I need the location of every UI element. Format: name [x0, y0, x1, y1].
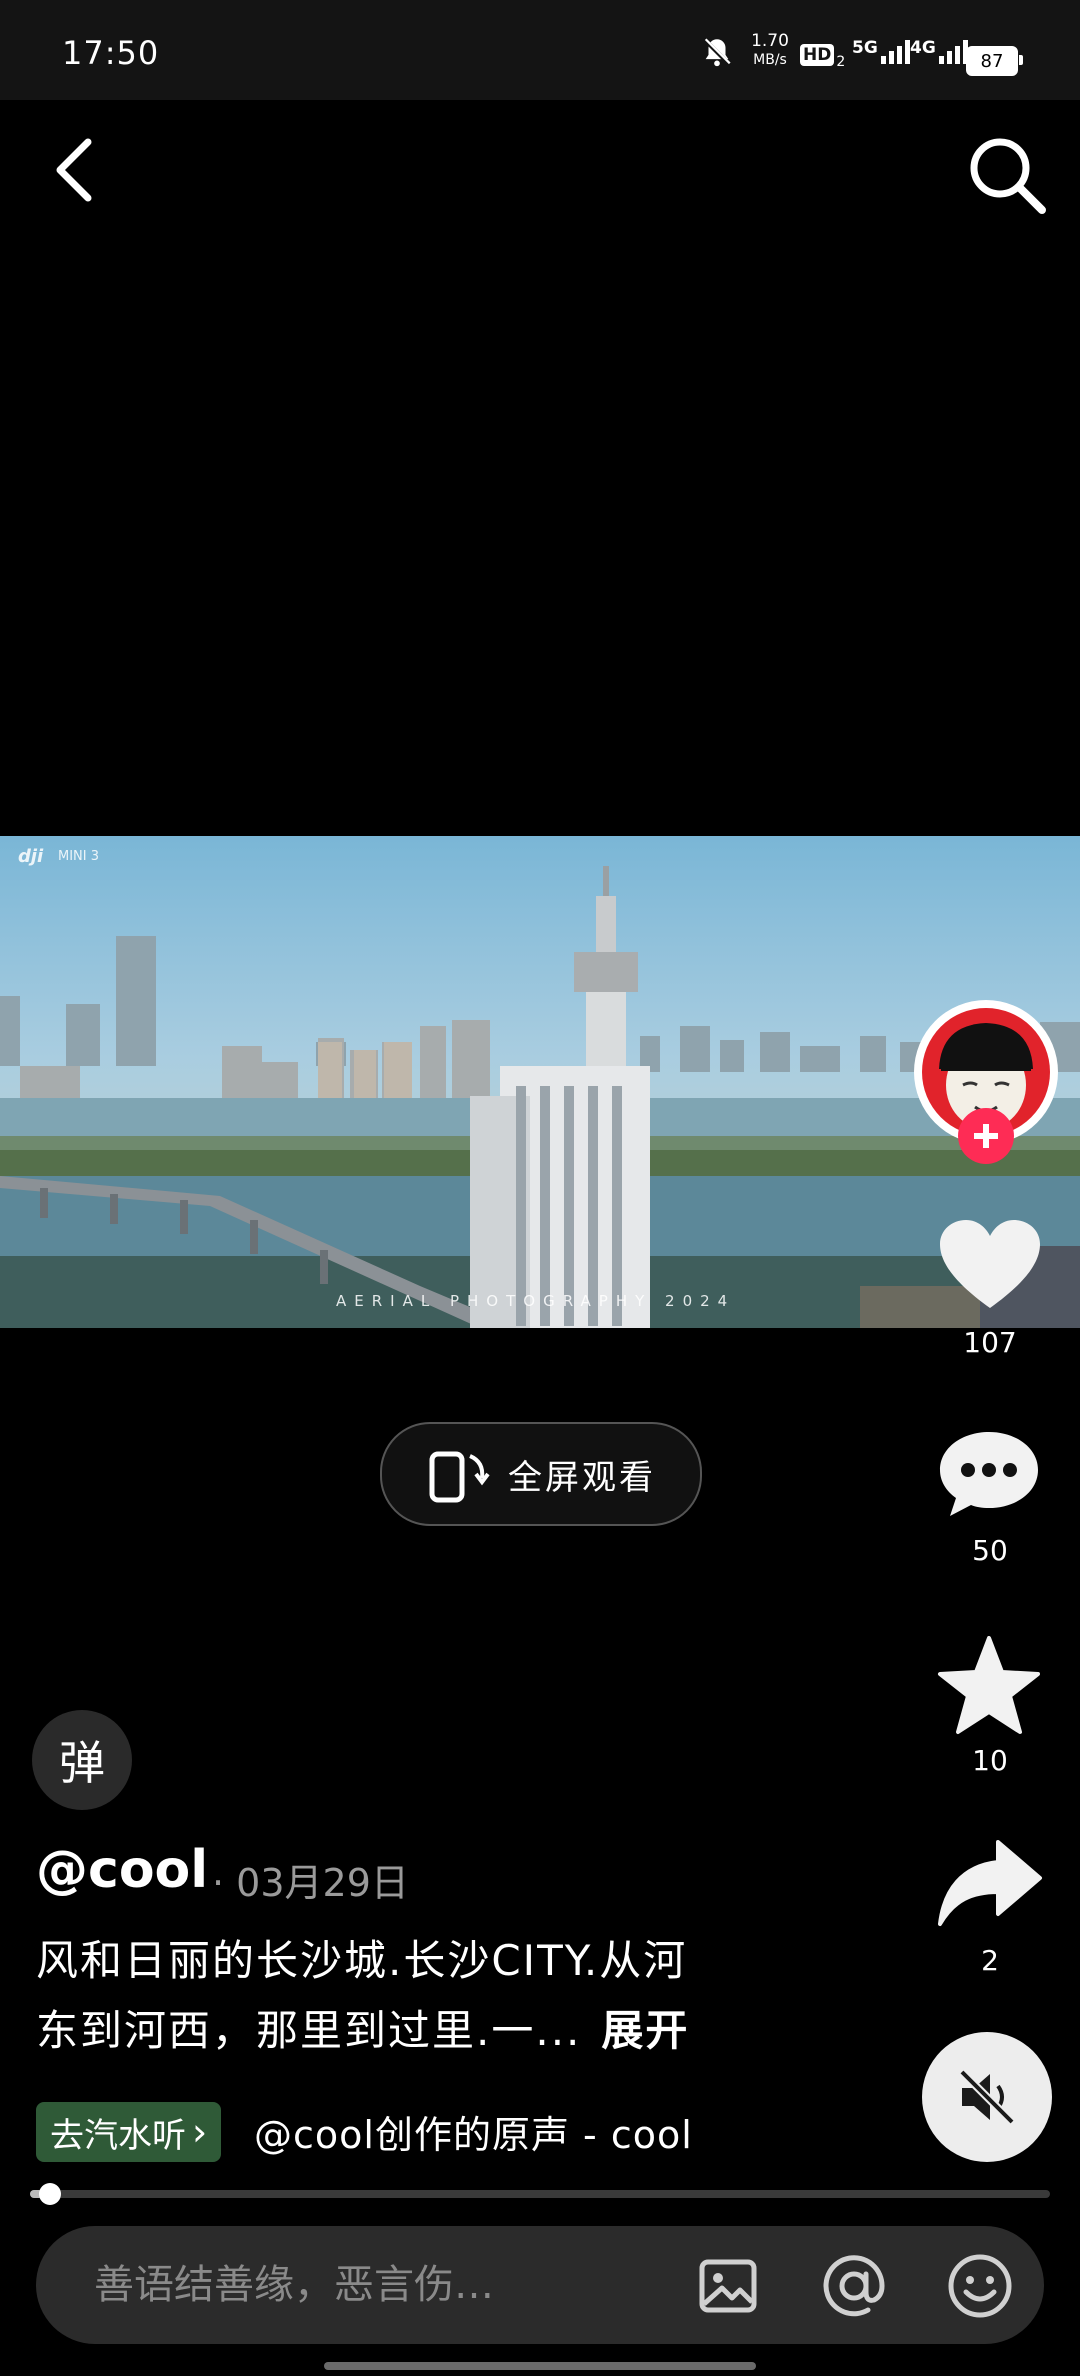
mention-button[interactable]: [820, 2252, 888, 2320]
star-icon: [938, 1636, 1040, 1734]
home-indicator[interactable]: [324, 2362, 756, 2370]
net2-label: 4G: [910, 38, 936, 58]
video-watermark: AERIAL PHOTOGRAPHY 2024: [336, 1292, 736, 1310]
bell-off-icon: [700, 30, 734, 74]
status-time: 17:50: [62, 34, 160, 72]
comment-bar: [36, 2226, 1044, 2344]
fullscreen-button[interactable]: 全屏观看: [380, 1422, 702, 1526]
like-count: 107: [963, 1326, 1017, 1359]
image-icon: [699, 2259, 757, 2313]
speaker-muted-icon: [959, 2069, 1015, 2125]
battery-icon: 87: [966, 46, 1023, 76]
share-arrow-icon: [938, 1840, 1042, 1926]
heart-icon: [940, 1220, 1040, 1308]
search-icon: [970, 138, 1046, 214]
music-tag-label: 去汽水听: [50, 2115, 186, 2156]
fullscreen-label: 全屏观看: [508, 1457, 656, 1498]
danmaku-label: 弹: [59, 1736, 105, 1790]
progress-thumb[interactable]: [39, 2183, 62, 2205]
plus-icon: [974, 1124, 998, 1148]
follow-button[interactable]: [958, 1108, 1014, 1164]
rotate-screen-icon: [429, 1451, 490, 1503]
comment-count: 50: [972, 1534, 1008, 1567]
hd-label: HD: [800, 44, 835, 66]
comment-bubble-icon: [940, 1432, 1038, 1516]
expand-button[interactable]: 展开: [601, 1996, 689, 2066]
image-button[interactable]: [696, 2254, 760, 2318]
signal-5g: 5G: [852, 38, 910, 64]
drone-brand-logo: dji: [18, 846, 44, 867]
back-button[interactable]: [40, 130, 110, 210]
danmaku-button[interactable]: 弹: [32, 1710, 132, 1810]
mute-button[interactable]: [922, 2032, 1052, 2162]
drone-model: MINI 3: [58, 849, 100, 864]
share-count: 2: [981, 1944, 999, 1977]
net-speed: 1.70 MB/s: [746, 32, 794, 70]
sound-credit[interactable]: @cool创作的原声 - cool: [254, 2104, 693, 2159]
signal-4g: 4G: [910, 38, 968, 64]
like-button[interactable]: [930, 1218, 1050, 1318]
chevron-right-icon: ›: [192, 2110, 208, 2154]
emoji-button[interactable]: [946, 2252, 1014, 2320]
emoji-icon: [948, 2254, 1012, 2318]
status-bar: 17:50 1.70 MB/s HD 2 5G 4G 87: [0, 0, 1080, 100]
caption-line-2: 东到河西，那里到过里.一... 展开: [36, 1996, 816, 2066]
music-tag-button[interactable]: 去汽水听 ›: [36, 2102, 222, 2162]
author-name[interactable]: @cool: [36, 1840, 208, 1900]
battery-level: 87: [966, 46, 1023, 76]
post-date: · 03月29日: [212, 1861, 409, 1905]
net-speed-unit: MB/s: [753, 52, 787, 68]
caption-text: 东到河西，那里到过里.一...: [36, 2006, 582, 2055]
net1-label: 5G: [852, 38, 878, 58]
net-speed-value: 1.70: [751, 31, 789, 51]
video-progress-bar[interactable]: [30, 2183, 1050, 2205]
signal-icon: [880, 38, 910, 64]
signal-icon-2: [938, 38, 968, 64]
favorite-button[interactable]: [936, 1636, 1042, 1736]
comment-input[interactable]: [92, 2256, 656, 2314]
caption-line-1: 风和日丽的长沙城.长沙CITY.从河: [36, 1936, 688, 1985]
search-button[interactable]: [962, 130, 1052, 220]
share-button[interactable]: [936, 1838, 1044, 1930]
hd-indicator: HD 2: [800, 40, 845, 70]
comment-button[interactable]: [936, 1428, 1042, 1520]
back-arrow-icon: [56, 138, 92, 202]
favorite-count: 10: [972, 1744, 1008, 1777]
at-icon: [823, 2255, 885, 2317]
hd-sub: 2: [836, 54, 846, 70]
